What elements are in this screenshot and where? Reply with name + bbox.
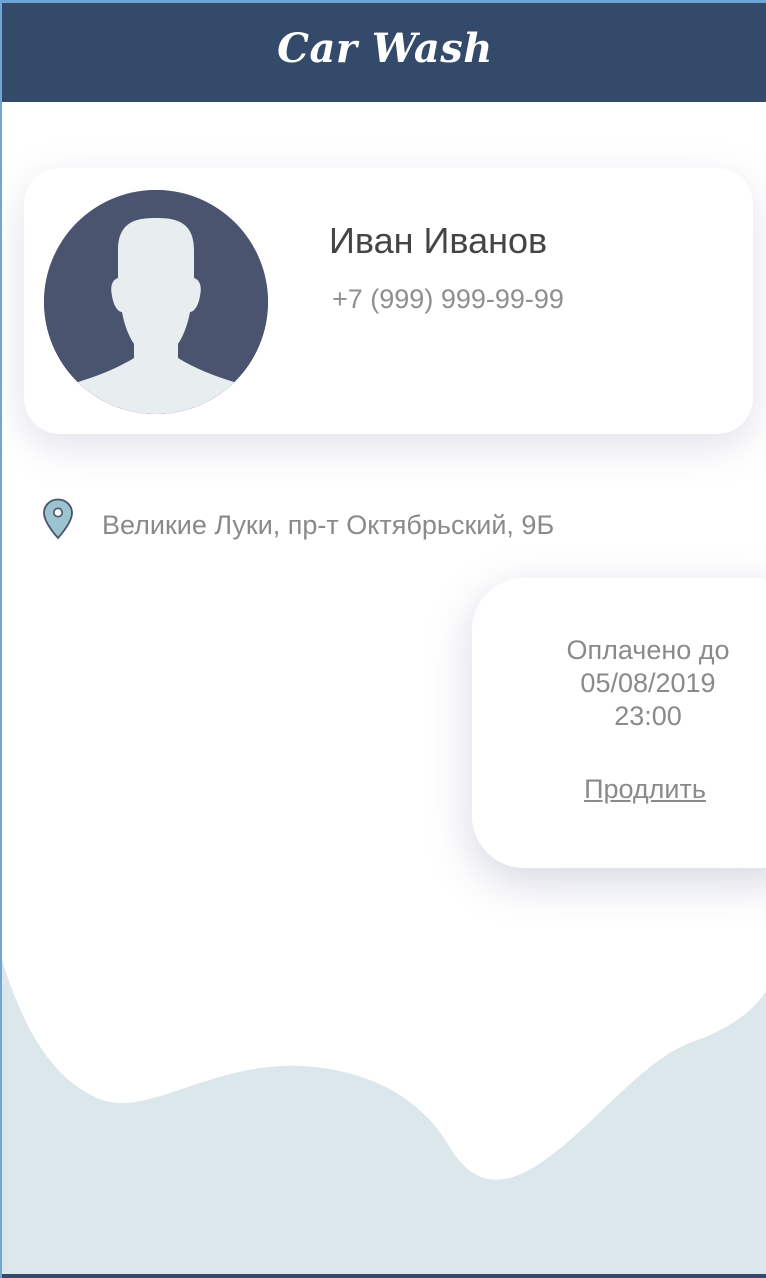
payment-card: Оплачено до 05/08/2019 23:00 Продлить — [472, 578, 766, 868]
app-header: Car Wash — [2, 0, 766, 102]
map-pin-icon — [43, 498, 73, 540]
background-wave — [2, 960, 766, 1278]
bottom-edge — [2, 1274, 766, 1278]
paid-until: Оплачено до 05/08/2019 23:00 — [472, 634, 766, 733]
paid-until-label: Оплачено до — [566, 635, 730, 665]
paid-until-time: 23:00 — [614, 701, 682, 731]
user-name: Иван Иванов — [329, 220, 548, 261]
user-phone: +7 (999) 999-99-99 — [332, 284, 564, 314]
address-text: Великие Луки, пр-т Октябрьский, 9Б — [102, 510, 555, 540]
profile-screen: Car Wash Иван Иванов +7 (999) 999-99-99 … — [0, 0, 766, 1278]
paid-until-date: 05/08/2019 — [580, 668, 716, 698]
user-silhouette-icon[interactable] — [44, 190, 268, 414]
app-title: Car Wash — [277, 25, 493, 72]
profile-card: Иван Иванов +7 (999) 999-99-99 — [24, 168, 753, 434]
extend-link[interactable]: Продлить — [472, 774, 766, 805]
